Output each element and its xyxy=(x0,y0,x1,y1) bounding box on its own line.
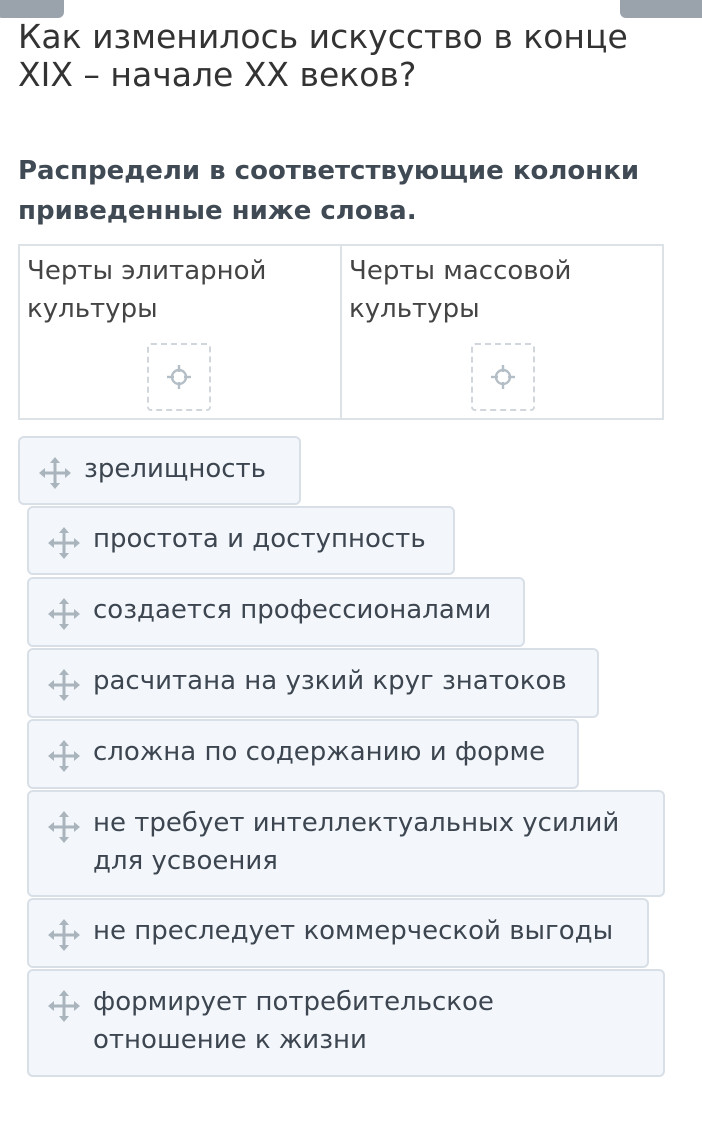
drop-zone-mass[interactable] xyxy=(471,343,535,411)
card-label: не преследует коммерческой выгоды xyxy=(93,916,614,946)
draggable-card[interactable]: создается профессионалами xyxy=(27,577,525,647)
column-title: Черты массовой культуры xyxy=(349,256,572,324)
move-icon xyxy=(48,598,80,630)
move-icon xyxy=(48,669,80,701)
column-mass-culture: Черты массовой культуры xyxy=(340,246,662,418)
move-icon xyxy=(48,811,80,843)
instruction-text: Распредели в соответствующие колонки при… xyxy=(18,156,640,226)
crosshair-icon xyxy=(167,365,191,389)
draggable-card[interactable]: формирует потребительское отношение к жи… xyxy=(27,969,665,1077)
draggable-card[interactable]: не требует интеллектуальных усилий для у… xyxy=(27,790,665,897)
drop-zone-elite[interactable] xyxy=(147,343,211,411)
draggable-card[interactable]: сложна по содержанию и форме xyxy=(27,719,579,789)
move-icon xyxy=(48,990,80,1022)
category-columns: Черты элитарной культуры Черты массовой … xyxy=(18,244,664,420)
draggable-card[interactable]: не преследует коммерческой выгоды xyxy=(27,898,649,968)
card-label: формирует потребительское отношение к жи… xyxy=(93,987,494,1055)
card-label: зрелищность xyxy=(84,454,266,484)
move-icon xyxy=(48,527,80,559)
move-icon xyxy=(39,457,71,489)
card-label: создается профессионалами xyxy=(93,595,492,625)
move-icon xyxy=(48,740,80,772)
card-label: не требует интеллектуальных усилий для у… xyxy=(93,808,620,876)
draggable-card[interactable]: простота и доступность xyxy=(27,506,455,575)
column-elite-culture: Черты элитарной культуры xyxy=(20,246,340,418)
move-icon xyxy=(48,919,80,951)
column-title: Черты элитарной культуры xyxy=(27,256,267,324)
top-left-tab[interactable] xyxy=(0,0,64,18)
crosshair-icon xyxy=(491,365,515,389)
draggable-card[interactable]: зрелищность xyxy=(18,436,301,505)
card-label: сложна по содержанию и форме xyxy=(93,737,546,767)
draggable-card[interactable]: расчитана на узкий круг знатоков xyxy=(27,648,599,718)
card-label: расчитана на узкий круг знатоков xyxy=(93,666,567,696)
top-right-tab[interactable] xyxy=(620,0,702,18)
card-label: простота и доступность xyxy=(93,524,426,554)
question-title: Как изменилось искусство в конце XIX – н… xyxy=(18,17,628,94)
